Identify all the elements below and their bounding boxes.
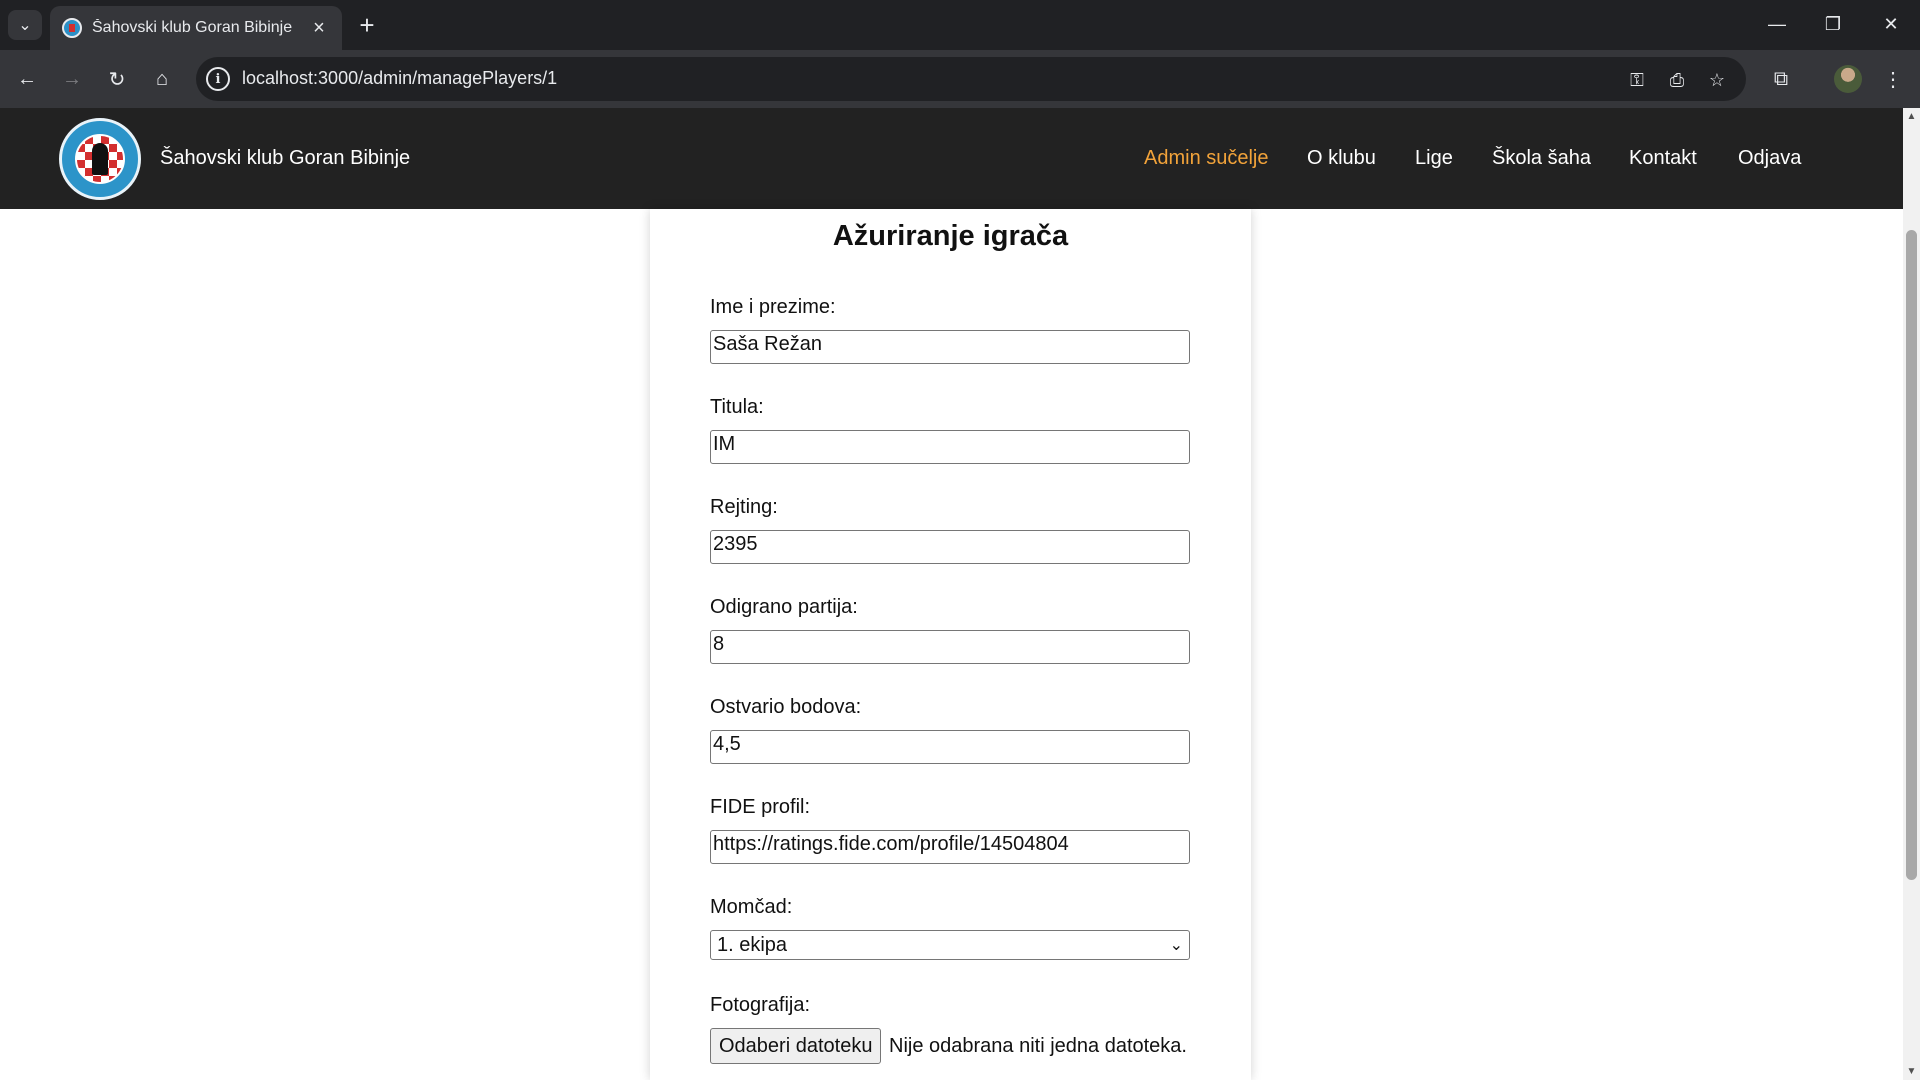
team-select[interactable]: 1. ekipa ⌄ bbox=[710, 930, 1190, 960]
games-played-input[interactable]: 8 bbox=[710, 630, 1190, 664]
name-input[interactable]: Saša Režan bbox=[710, 330, 1190, 364]
site-favicon-icon bbox=[62, 18, 82, 38]
profile-avatar[interactable] bbox=[1834, 65, 1862, 93]
name-label: Ime i prezime: bbox=[710, 296, 836, 318]
title-input[interactable]: IM bbox=[710, 430, 1190, 464]
password-key-icon[interactable]: ⚿ bbox=[1624, 67, 1650, 93]
reload-icon[interactable]: ↻ bbox=[101, 63, 133, 95]
points-input[interactable]: 4,5 bbox=[710, 730, 1190, 764]
url-text[interactable]: localhost:3000/admin/managePlayers/1 bbox=[242, 68, 557, 89]
scroll-thumb[interactable] bbox=[1906, 230, 1917, 880]
site-title[interactable]: Šahovski klub Goran Bibinje bbox=[160, 147, 410, 170]
chevron-down-icon: ⌄ bbox=[18, 17, 32, 34]
team-label: Momčad: bbox=[710, 896, 793, 918]
tab-search-button[interactable]: ⌄ bbox=[8, 10, 42, 40]
page-scrollbar[interactable]: ▲ ▼ bbox=[1903, 108, 1920, 1080]
nav-skola-saha[interactable]: Škola šaha bbox=[1492, 147, 1591, 170]
fide-profile-input[interactable]: https://ratings.fide.com/profile/1450480… bbox=[710, 830, 1190, 864]
rating-label: Rejting: bbox=[710, 496, 778, 518]
extensions-icon[interactable]: ⧉ bbox=[1765, 63, 1797, 95]
nav-admin[interactable]: Admin sučelje bbox=[1144, 147, 1269, 170]
new-tab-button[interactable]: + bbox=[352, 10, 382, 40]
nav-odjava[interactable]: Odjava bbox=[1738, 147, 1801, 170]
points-label: Ostvario bodova: bbox=[710, 696, 862, 718]
site-info-icon[interactable]: i bbox=[206, 67, 230, 91]
close-tab-icon[interactable]: × bbox=[308, 17, 330, 40]
file-status-text: Nije odabrana niti jedna datoteka. bbox=[889, 1035, 1187, 1057]
title-label: Titula: bbox=[710, 396, 764, 418]
chess-king-icon bbox=[92, 143, 108, 175]
browser-tab[interactable]: Šahovski klub Goran Bibinje × bbox=[50, 6, 342, 50]
address-bar[interactable]: i localhost:3000/admin/managePlayers/1 ⚿… bbox=[196, 57, 1746, 101]
fide-profile-label: FIDE profil: bbox=[710, 796, 811, 818]
scroll-down-icon[interactable]: ▼ bbox=[1903, 1063, 1920, 1080]
bookmark-star-icon[interactable]: ☆ bbox=[1704, 67, 1730, 93]
nav-o-klubu[interactable]: O klubu bbox=[1307, 147, 1376, 170]
nav-lige[interactable]: Lige bbox=[1415, 147, 1453, 170]
close-window-icon[interactable]: ✕ bbox=[1868, 6, 1914, 42]
home-icon[interactable]: ⌂ bbox=[146, 63, 178, 95]
back-icon[interactable]: ← bbox=[11, 63, 43, 95]
photo-label: Fotografija: bbox=[710, 994, 811, 1016]
browser-toolbar: ← → ↻ ⌂ i localhost:3000/admin/managePla… bbox=[0, 50, 1920, 108]
nav-kontakt[interactable]: Kontakt bbox=[1629, 147, 1697, 170]
browser-tab-bar: ⌄ Šahovski klub Goran Bibinje × + — ❐ ✕ bbox=[0, 0, 1920, 50]
forward-icon[interactable]: → bbox=[56, 63, 88, 95]
team-selected-value: 1. ekipa bbox=[717, 933, 788, 956]
install-app-icon[interactable]: ⎙ bbox=[1664, 67, 1690, 93]
club-logo[interactable] bbox=[59, 118, 141, 200]
chevron-down-icon: ⌄ bbox=[1169, 937, 1183, 954]
tab-title: Šahovski klub Goran Bibinje bbox=[92, 19, 293, 36]
rating-input[interactable]: 2395 bbox=[710, 530, 1190, 564]
minimize-icon[interactable]: — bbox=[1754, 6, 1800, 42]
restore-icon[interactable]: ❐ bbox=[1810, 6, 1856, 42]
player-form-card: Ažuriranje igrača Ime i prezime: Saša Re… bbox=[650, 209, 1251, 1080]
page-title: Ažuriranje igrača bbox=[832, 220, 1069, 252]
menu-kebab-icon[interactable]: ⋮ bbox=[1877, 63, 1909, 95]
games-played-label: Odigrano partija: bbox=[710, 596, 858, 618]
scroll-up-icon[interactable]: ▲ bbox=[1903, 108, 1920, 125]
choose-file-button[interactable]: Odaberi datoteku bbox=[710, 1028, 882, 1064]
site-header: Šahovski klub Goran Bibinje Admin sučelj… bbox=[0, 108, 1903, 209]
